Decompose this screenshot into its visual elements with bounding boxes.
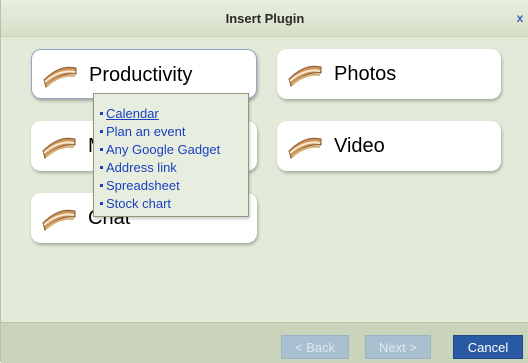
sandwich-icon — [42, 137, 76, 159]
submenu-list: Calendar Plan an event Any Google Gadget… — [100, 105, 248, 213]
sandwich-icon — [288, 65, 322, 87]
dialog-title: Insert Plugin — [225, 11, 305, 26]
submenu-item-plan-event[interactable]: Plan an event — [100, 123, 248, 141]
bullet-icon — [100, 147, 103, 151]
productivity-submenu: Calendar Plan an event Any Google Gadget… — [93, 93, 249, 217]
close-icon[interactable]: x — [513, 11, 527, 25]
submenu-item-stock-chart[interactable]: Stock chart — [100, 195, 248, 213]
bullet-icon — [100, 165, 103, 169]
bullet-icon — [100, 129, 103, 133]
bullet-icon — [100, 183, 103, 187]
sandwich-icon — [288, 137, 322, 159]
submenu-item-calendar[interactable]: Calendar — [100, 105, 248, 123]
sandwich-icon — [43, 66, 77, 88]
plugin-card-video[interactable]: Video — [277, 121, 501, 171]
back-button[interactable]: < Back — [281, 335, 349, 359]
submenu-item-spreadsheet[interactable]: Spreadsheet — [100, 177, 248, 195]
dialog-titlebar: Insert Plugin x — [1, 0, 528, 37]
submenu-item-google-gadget[interactable]: Any Google Gadget — [100, 141, 248, 159]
plugin-card-label: Photos — [334, 63, 397, 85]
plugin-card-photos[interactable]: Photos — [277, 49, 501, 99]
plugin-grid: Productivity Photos M — [9, 37, 528, 321]
bullet-icon — [100, 111, 103, 115]
submenu-item-address-link[interactable]: Address link — [100, 159, 248, 177]
next-button[interactable]: Next > — [365, 335, 431, 359]
insert-plugin-dialog: Insert Plugin x Productivity Photos Vide… — [0, 0, 528, 363]
plugin-card-productivity[interactable]: Productivity — [31, 49, 257, 99]
cancel-button[interactable]: Cancel — [453, 335, 523, 359]
sandwich-icon — [42, 209, 76, 231]
dialog-footer: < Back Next > Cancel — [1, 322, 528, 363]
plugin-card-label: Video — [334, 135, 385, 157]
bullet-icon — [100, 201, 103, 205]
